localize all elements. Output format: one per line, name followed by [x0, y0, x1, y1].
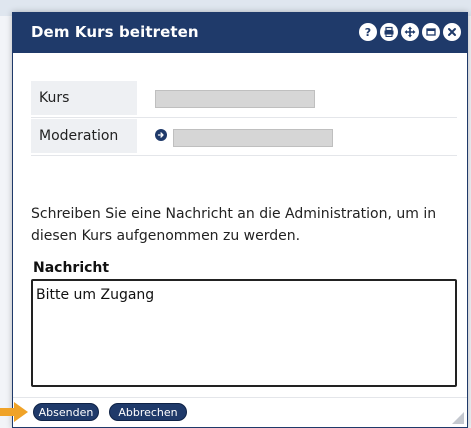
cancel-button[interactable]: Abbrechen [109, 403, 187, 421]
arrow-right-icon[interactable] [155, 129, 167, 141]
moderation-label: Moderation [31, 119, 137, 153]
send-button[interactable]: Absenden [33, 403, 99, 421]
message-textarea[interactable]: Bitte um Zugang [31, 279, 457, 387]
moderator-name-redacted [173, 129, 333, 147]
course-row: Kurs [31, 81, 457, 118]
close-icon[interactable] [443, 23, 461, 41]
join-course-dialog: Dem Kurs beitreten ? Kurs Moderation Sch… [12, 12, 468, 428]
move-icon[interactable] [401, 23, 419, 41]
svg-text:?: ? [365, 26, 371, 38]
minimize-icon[interactable] [422, 23, 440, 41]
resize-handle-icon[interactable] [452, 412, 464, 424]
dialog-title: Dem Kurs beitreten [31, 23, 199, 41]
row-divider [31, 117, 457, 118]
print-icon[interactable] [380, 23, 398, 41]
dialog-title-icons: ? [359, 23, 461, 41]
pointer-arrow-icon [0, 402, 28, 422]
row-divider [31, 155, 457, 156]
course-name-redacted [155, 90, 315, 108]
footer-divider [13, 397, 467, 398]
moderation-row: Moderation [31, 119, 457, 156]
instruction-text: Schreiben Sie eine Nachricht an die Admi… [31, 206, 437, 244]
course-label: Kurs [31, 81, 137, 115]
dialog-titlebar[interactable]: Dem Kurs beitreten ? [13, 13, 467, 53]
message-label: Nachricht [33, 260, 110, 276]
help-icon[interactable]: ? [359, 23, 377, 41]
